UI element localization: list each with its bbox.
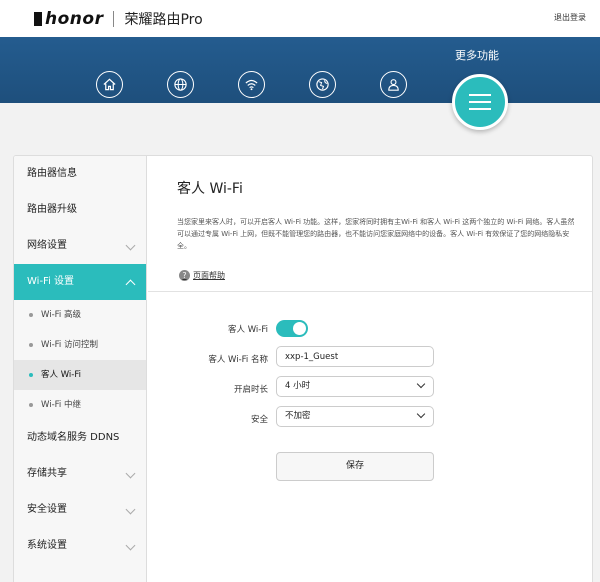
security-label: 安全 [250,415,268,425]
guest-wifi-toggle[interactable] [276,320,308,337]
sidebar-item-router-info[interactable]: 路由器信息 [14,156,146,192]
logo-divider [113,11,115,27]
sidebar-subitem-wifi-advanced[interactable]: Wi-Fi 高级 [14,300,146,330]
toggle-knob [293,322,306,335]
sidebar-subitem-wifi-access-control[interactable]: Wi-Fi 访问控制 [14,330,146,360]
save-button[interactable]: 保存 [276,452,434,481]
main-content: 客人 Wi-Fi 当您家里来客人时，可以开启客人 Wi-Fi 功能。这样，您家将… [148,156,592,582]
sidebar-item-label: 路由器信息 [27,168,77,179]
duration-value: 4 小时 [285,381,311,391]
page-description: 当您家里来客人时，可以开启客人 Wi-Fi 功能。这样，您家将同时拥有主Wi-F… [177,218,575,250]
duration-select[interactable]: 4 小时 [276,376,434,397]
user-icon[interactable] [380,71,407,98]
page-title: 客人 Wi-Fi [177,181,243,197]
sidebar-item-label: 网络设置 [27,240,67,251]
sidebar-subitem-label: Wi-Fi 高级 [41,310,81,320]
guest-wifi-name-input[interactable] [276,346,434,367]
security-value: 不加密 [285,411,311,421]
divider [148,291,592,292]
sidebar-item-label: 路由器升级 [27,204,77,215]
chevron-down-icon [125,240,136,251]
duration-label: 开启时长 [233,385,268,395]
brand-name: honor [45,9,104,29]
sidebar-item-label: 系统设置 [27,540,67,551]
honor-logo: honor 荣耀路由Pro [34,9,203,29]
product-name: 荣耀路由Pro [124,12,203,28]
top-bar: honor 荣耀路由Pro 退出登录 [0,0,600,37]
sidebar-subitem-label: 客人 Wi-Fi [41,370,81,380]
sidebar-subitem-label: Wi-Fi 中继 [41,400,81,410]
sidebar-item-label: 安全设置 [27,504,67,515]
sidebar-item-router-upgrade[interactable]: 路由器升级 [14,192,146,228]
home-icon[interactable] [96,71,123,98]
guest-wifi-name-label: 客人 Wi-Fi 名称 [208,355,268,365]
sidebar-item-label: Wi-Fi 设置 [27,276,75,287]
help-icon: ? [179,270,190,281]
sidebar-item-storage-sharing[interactable]: 存储共享 [14,456,146,492]
main-nav: 更多功能 [0,37,600,103]
sidebar-item-security-settings[interactable]: 安全设置 [14,492,146,528]
chevron-down-icon [416,409,426,419]
sidebar-item-network-settings[interactable]: 网络设置 [14,228,146,264]
sidebar-subitem-wifi-repeater[interactable]: Wi-Fi 中继 [14,390,146,420]
sidebar: 路由器信息 路由器升级 网络设置 Wi-Fi 设置 Wi-Fi 高级 Wi-Fi… [14,156,147,582]
internet-icon[interactable] [167,71,194,98]
settings-panel: 路由器信息 路由器升级 网络设置 Wi-Fi 设置 Wi-Fi 高级 Wi-Fi… [13,155,593,582]
chevron-up-icon [125,279,136,290]
sidebar-item-system-settings[interactable]: 系统设置 [14,528,146,564]
security-select[interactable]: 不加密 [276,406,434,427]
sidebar-item-label: 动态域名服务 DDNS [27,432,120,443]
page-help-link[interactable]: ? 页面帮助 [179,270,225,281]
chevron-down-icon [416,379,426,389]
logout-link[interactable]: 退出登录 [554,12,586,23]
sidebar-item-ddns[interactable]: 动态域名服务 DDNS [14,420,146,456]
chevron-down-icon [125,468,136,479]
menu-icon[interactable] [452,74,508,130]
guest-wifi-toggle-label: 客人 Wi-Fi [228,325,268,335]
sidebar-subitem-guest-wifi[interactable]: 客人 Wi-Fi [14,360,146,390]
help-label: 页面帮助 [193,271,225,280]
logo-badge [34,12,42,26]
sidebar-item-wifi-settings[interactable]: Wi-Fi 设置 [14,264,146,300]
sidebar-subitem-label: Wi-Fi 访问控制 [41,340,98,350]
more-functions-label: 更多功能 [455,49,499,62]
network-icon[interactable] [309,71,336,98]
sidebar-item-label: 存储共享 [27,468,67,479]
chevron-down-icon [125,540,136,551]
wifi-icon[interactable] [238,71,265,98]
chevron-down-icon [125,504,136,515]
